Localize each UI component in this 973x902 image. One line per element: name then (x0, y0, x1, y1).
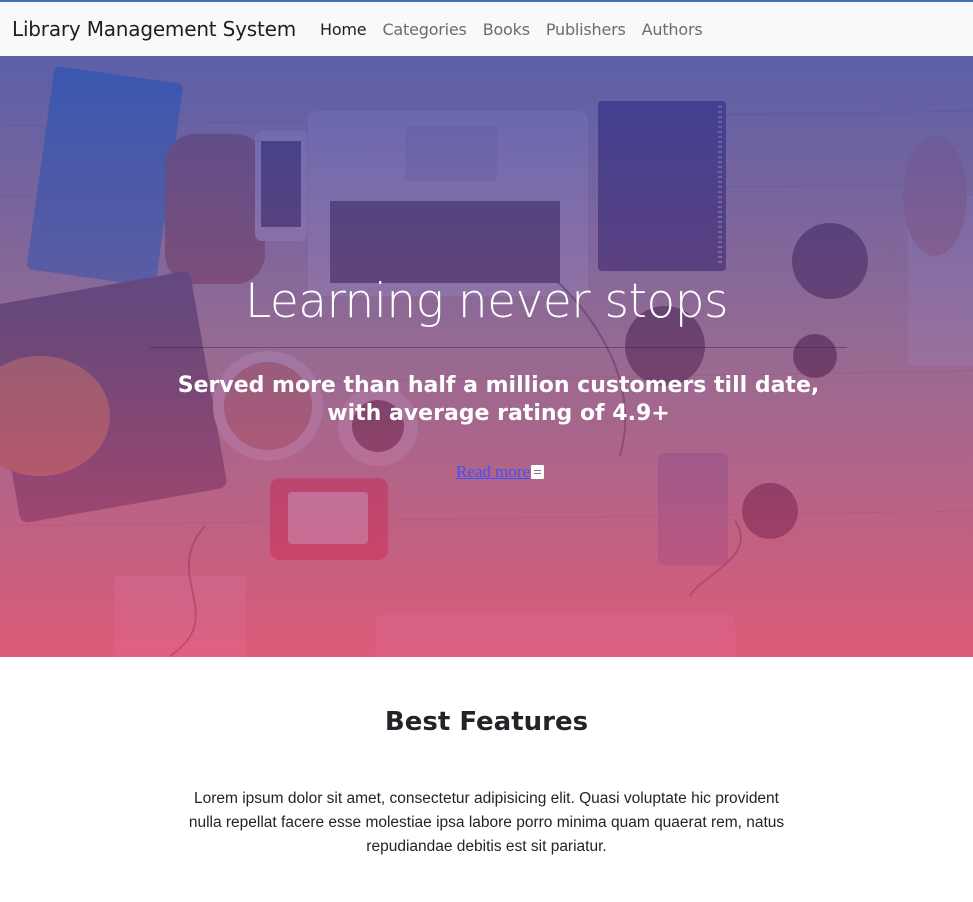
nav-item-home[interactable]: Home (320, 20, 367, 39)
nav-item-books[interactable]: Books (483, 20, 530, 39)
read-more-label: Read more (456, 462, 531, 481)
hero-subtitle: Served more than half a million customer… (177, 373, 820, 426)
hero-title: Learning never stops (244, 274, 729, 329)
nav-links: Home Categories Books Publishers Authors (320, 20, 718, 39)
nav-item-authors[interactable]: Authors (642, 20, 703, 39)
navbar: Library Management System Home Categorie… (0, 0, 973, 56)
hero-divider (150, 347, 847, 348)
nav-item-publishers[interactable]: Publishers (546, 20, 626, 39)
features-description: Lorem ipsum dolor sit amet, consectetur … (188, 790, 785, 855)
hero-section: Learning never stops Served more than ha… (0, 56, 973, 657)
brand-link[interactable]: Library Management System (12, 17, 296, 41)
nav-item-categories[interactable]: Categories (382, 20, 466, 39)
features-section: Best Features Lorem ipsum dolor sit amet… (0, 657, 973, 859)
hero-gradient-overlay (0, 56, 973, 657)
features-heading: Best Features (384, 707, 589, 737)
book-icon (531, 465, 545, 479)
read-more-link[interactable]: Read more (456, 462, 545, 482)
